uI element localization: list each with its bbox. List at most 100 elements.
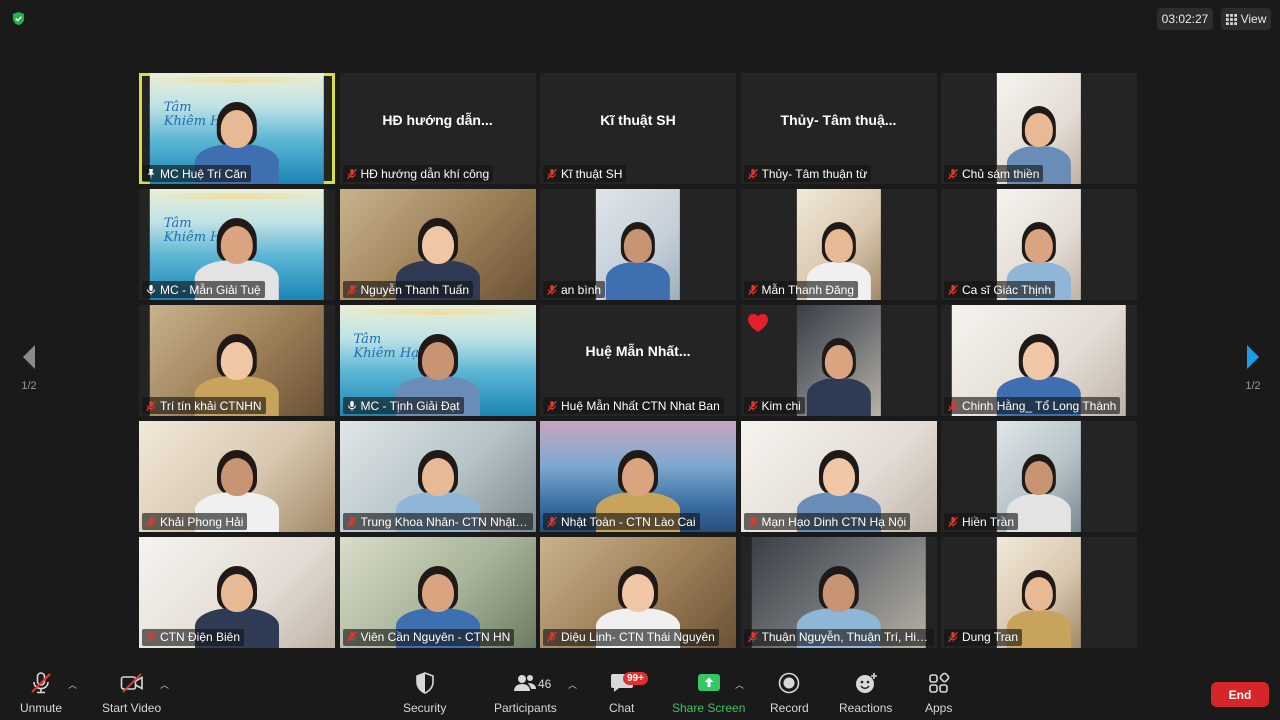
participant-name-label: Thuận Nguyễn, Thuận Trí, Hiề... [743,628,934,646]
next-page-button[interactable]: 1/2 [1238,344,1268,400]
face [1024,461,1053,496]
microphone-muted-icon [346,516,357,527]
microphone-muted-icon [146,516,156,527]
participant-name-label: Thủy- Tâm thuận từ [743,165,872,183]
participant-tile[interactable]: Nguyễn Thanh Tuấn [339,188,536,301]
participant-name-label: MC - Mẫn Giải Tuệ [142,281,265,299]
microphone-muted-icon [747,168,758,180]
security-button[interactable]: Security [403,668,446,715]
participant-name-label: Kim chi [743,397,805,415]
participants-icon [514,675,537,691]
participant-name: Kĩ thuật SH [561,166,623,181]
page-indicator-right: 1/2 [1245,380,1261,392]
microphone-muted-icon [346,168,357,180]
participant-tile[interactable]: HĐ hướng dẫn... HĐ hướng dẫn khí công [339,73,536,185]
chat-label: Chat [609,701,635,715]
participant-tile[interactable]: Mẫn Thanh Đăng [740,188,937,301]
microphone-muted-icon [948,400,958,411]
participant-name-label: HĐ hướng dẫn khí công [342,165,494,183]
participant-name: Huệ Mẫn Nhất CTN Nhat Ban [561,398,720,413]
audio-options-caret[interactable]: ︿ [68,678,77,691]
participant-tile[interactable]: Viên Cần Nguyên - CTN HN [339,536,536,648]
microphone-muted-icon [346,632,357,643]
participant-name-label: Huệ Mẫn Nhất CTN Nhat Ban [543,397,724,415]
face [824,229,853,264]
participant-name-label: Diệu Linh- CTN Thái Nguyên [543,628,719,646]
participant-tile[interactable]: Kim chi [740,304,937,417]
start-video-label: Start Video [102,701,162,715]
participant-name-label: Trí tín khải CTNHN [142,397,266,415]
microphone-muted-icon [146,632,156,643]
gallery-grid: Tâm Khiêm Hạ MC Huệ Trí Căn HĐ hướng dẫn...… [139,73,1137,648]
microphone-muted-icon [747,284,758,295]
participant-tile[interactable]: Diệu Linh- CTN Thái Nguyên [540,536,736,648]
previous-page-button[interactable]: 1/2 [14,344,44,400]
participant-name-label: MC - Tịnh Giải Đạt [342,397,464,415]
participant-name: Ca sĩ Giác Thịnh [962,282,1052,297]
participant-tile[interactable]: Thủy- Tâm thuậ... Thủy- Tâm thuận từ [740,73,937,185]
participant-tile[interactable]: Kĩ thuật SH Kĩ thuật SH [540,73,736,185]
reactions-smiley-icon [855,673,877,693]
face [221,458,253,497]
participant-name-label: Viên Cần Nguyên - CTN HN [342,628,515,646]
participant-name-label: MC Huệ Trí Căn [142,165,251,183]
participant-tile[interactable]: Tâm Khiêm Hạ MC - Mẫn Giải Tuệ [139,188,335,301]
participant-name: an bình [561,282,602,297]
microphone-muted-icon [948,284,958,295]
participant-tile[interactable]: Thuận Nguyễn, Thuận Trí, Hiề... [740,536,937,648]
banner-ribbon [149,192,325,199]
participant-tile[interactable]: Hiền Trần [941,420,1137,533]
face [622,458,654,497]
participant-name: Trí tín khải CTNHN [160,398,262,413]
participant-tile[interactable]: Chủ sám thiền [941,73,1137,185]
participant-name-label: Chủ sám thiền [944,165,1044,183]
participant-name: MC - Mẫn Giải Tuệ [160,282,261,297]
end-meeting-button[interactable]: End [1211,682,1269,707]
microphone-muted-icon [547,632,557,643]
participant-tile[interactable]: Trí tín khải CTNHN [139,304,335,417]
meeting-toolbar: Unmute ︿ Start Video ︿ Security Particip… [0,664,1280,720]
participant-display-name: HĐ hướng dẫn... [382,111,493,128]
participant-tile[interactable]: Huệ Mẫn Nhất... Huệ Mẫn Nhất CTN Nhat Ban [540,304,736,417]
participants-options-caret[interactable]: ︿ [568,678,577,691]
participant-tile[interactable]: Tâm Khiêm Hạ MC Huệ Trí Căn [139,73,335,185]
participant-tile[interactable]: Khải Phong Hải [139,420,335,533]
microphone-muted-icon [547,284,557,295]
share-options-caret[interactable]: ︿ [735,678,744,691]
participant-name-label: Kĩ thuật SH [543,165,627,183]
grid-view-icon [1225,13,1237,25]
record-button[interactable]: Record [770,668,809,715]
participant-tile[interactable]: Trung Khoa Nhân- CTN Nhật ... [339,420,536,533]
start-video-button[interactable]: Start Video [102,668,161,715]
participant-tile[interactable]: Mạn Hạo Dinh CTN Hạ Nội [740,420,937,533]
view-button[interactable]: View [1221,8,1271,30]
participant-tile[interactable]: an bình [540,188,736,301]
participants-button[interactable]: Participants [494,668,557,715]
participant-tile[interactable]: Chinh Hằng_ Tổ Long Thành [941,304,1137,417]
participant-figure [806,326,871,417]
participant-name: Khải Phong Hải [160,514,244,529]
participant-tile[interactable]: Dung Tran [941,536,1137,648]
face [221,226,253,265]
participant-name-label: Mạn Hạo Dinh CTN Hạ Nội [743,513,911,531]
participant-tile[interactable]: Tâm Khiêm Hạ MC - Tịnh Giải Đạt [339,304,536,417]
participant-name: MC Huệ Trí Căn [160,166,247,181]
unmute-button[interactable]: Unmute [20,668,62,715]
page-indicator-left: 1/2 [21,380,37,392]
participant-name-label: Trung Khoa Nhân- CTN Nhật ... [342,513,533,531]
record-label: Record [770,701,809,715]
encryption-shield-icon[interactable] [11,11,26,26]
share-screen-button[interactable]: Share Screen [672,668,745,715]
participant-tile[interactable]: CTN Điện Biên [139,536,335,648]
video-options-caret[interactable]: ︿ [160,678,169,691]
participant-name: Kim chi [761,398,801,413]
face [221,342,253,381]
face [421,458,454,497]
microphone-muted-icon [948,632,958,643]
participant-tile[interactable]: Nhật Toàn - CTN Lào Cai [540,420,736,533]
participant-tile[interactable]: Ca sĩ Giác Thịnh [941,188,1137,301]
reactions-button[interactable]: Reactions [839,668,892,715]
apps-button[interactable]: Apps [925,668,952,715]
participant-name-label: Chinh Hằng_ Tổ Long Thành [944,397,1121,415]
participant-name-label: Nguyễn Thanh Tuấn [342,281,474,299]
